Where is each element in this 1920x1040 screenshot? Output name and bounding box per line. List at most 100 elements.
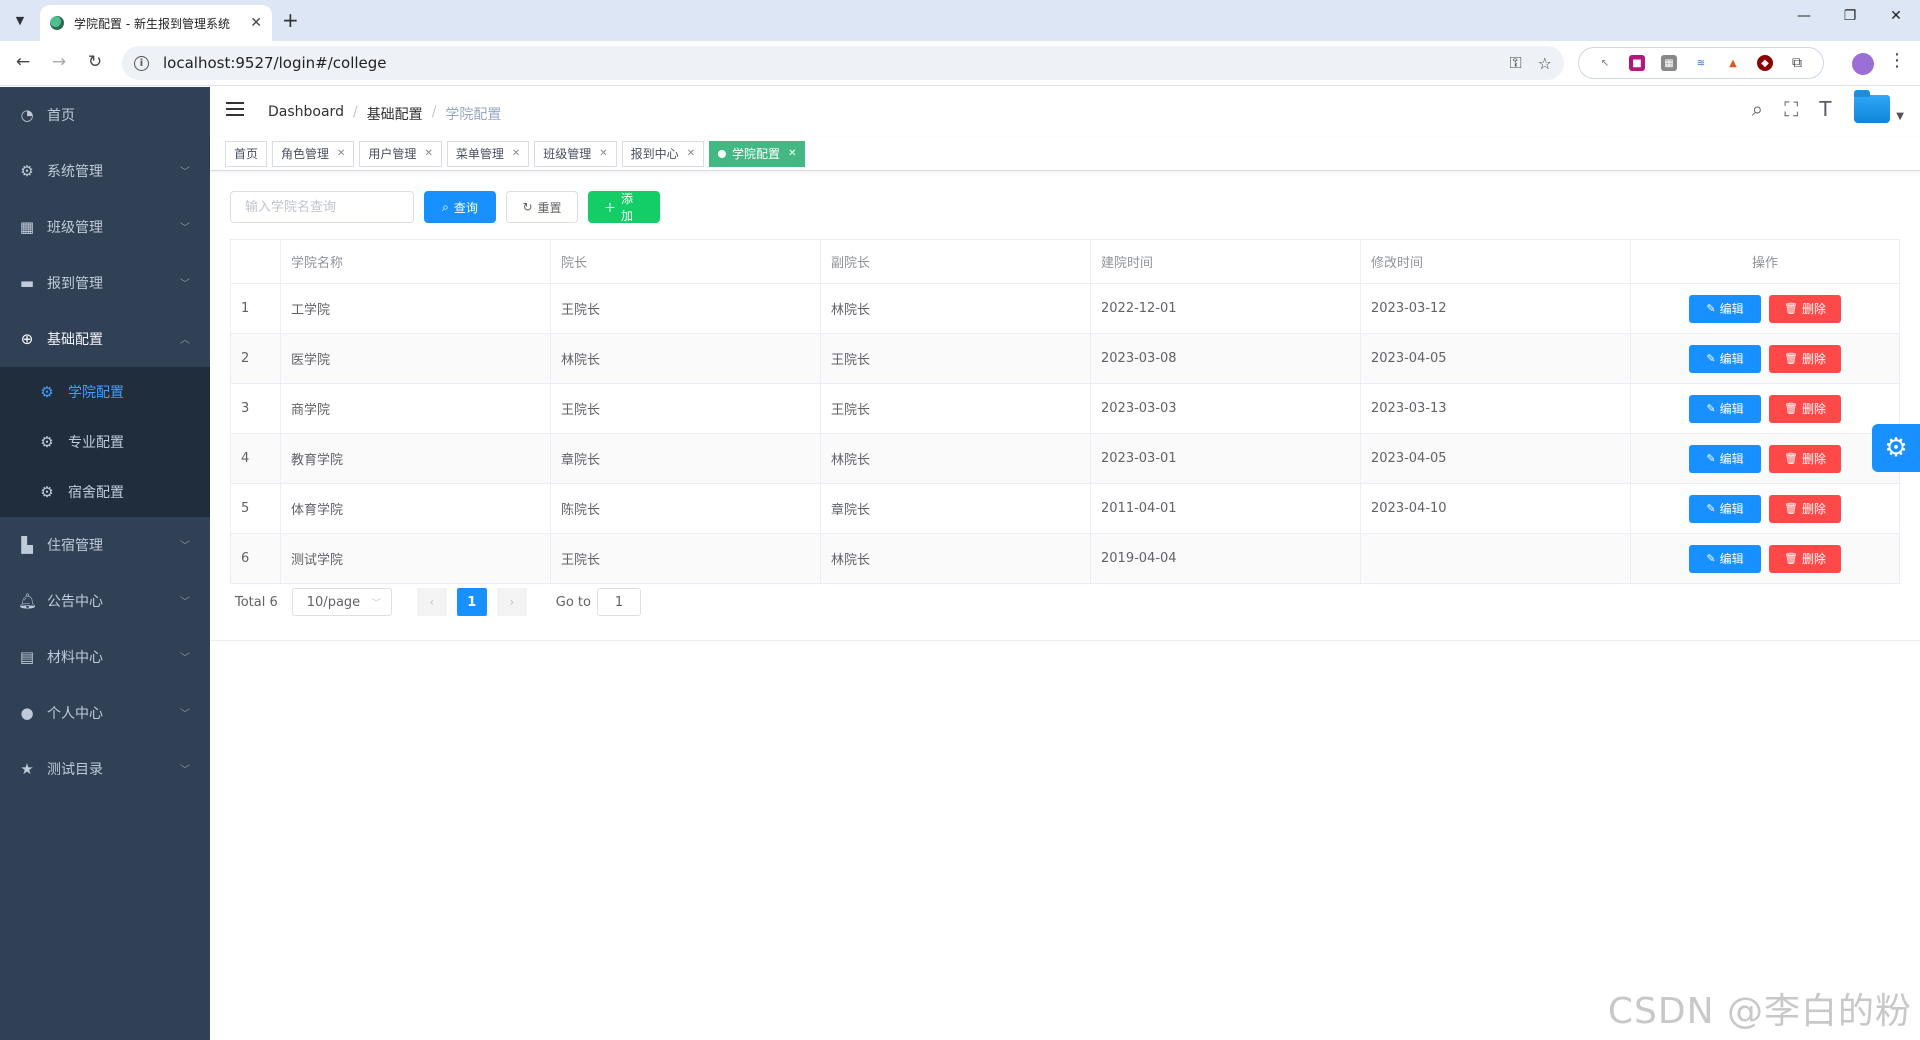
sidebar-item-notice[interactable]: 🔔︎ 公告中心 ﹀	[0, 573, 210, 629]
monitor-icon: ▬	[19, 274, 35, 292]
goto-page-input[interactable]: 1	[596, 588, 641, 616]
caret-down-icon[interactable]: ▼	[1896, 111, 1904, 122]
minimize-icon[interactable]: —	[1792, 8, 1816, 24]
hamburger-icon[interactable]	[226, 102, 244, 116]
edit-button-label: 编辑	[1719, 552, 1744, 566]
breadcrumb-separator: /	[431, 104, 437, 120]
delete-button[interactable]: 🗑︎ 删除	[1769, 294, 1841, 323]
sidebar-item-material[interactable]: ▤ 材料中心 ﹀	[0, 629, 210, 685]
cell-actions: ✎ 编辑 🗑︎ 删除	[1630, 333, 1900, 384]
sidebar-item-housing[interactable]: ▙ 住宿管理 ﹀	[0, 517, 210, 573]
close-icon[interactable]: ✕	[337, 148, 345, 159]
sidebar-item-report[interactable]: ▬ 报到管理 ﹀	[0, 255, 210, 311]
tag-college-active[interactable]: 学院配置 ✕	[709, 140, 806, 167]
url-text[interactable]: localhost:9527/login#/college	[163, 54, 1493, 72]
layers-extension-icon[interactable]: ≋	[1693, 55, 1709, 71]
delete-button[interactable]: 🗑︎ 删除	[1769, 544, 1841, 573]
close-icon[interactable]: ✕	[687, 148, 695, 159]
tags-view: 首页 角色管理 ✕ 用户管理 ✕ 菜单管理 ✕ 班级管理 ✕ 报到中心 ✕ 学院配置 ✕	[210, 137, 1920, 171]
tag-user[interactable]: 用户管理 ✕	[359, 140, 442, 167]
reset-button[interactable]: ↻ 重置	[506, 191, 578, 223]
close-tab-icon[interactable]: ✕	[250, 15, 262, 31]
user-avatar[interactable]	[1854, 90, 1891, 123]
add-button[interactable]: ＋ 添加	[588, 191, 660, 223]
edit-button[interactable]: ✎ 编辑	[1689, 294, 1761, 323]
next-page-button[interactable]: ›	[496, 588, 527, 616]
shield-extension-icon[interactable]: ◆	[1757, 55, 1773, 71]
breadcrumb-dashboard[interactable]: Dashboard	[268, 104, 344, 124]
sidebar-subitem-label: 专业配置	[68, 435, 124, 451]
puzzle-extensions-icon[interactable]: ⧉	[1789, 55, 1805, 71]
cell-college-name: 工学院	[280, 283, 551, 334]
site-info-icon[interactable]: i	[134, 55, 149, 71]
tag-home[interactable]: 首页	[225, 140, 268, 167]
browser-menu-icon[interactable]: ⋮	[1888, 50, 1906, 71]
tag-label: 菜单管理	[455, 147, 504, 161]
col-dean: 院长	[550, 239, 821, 284]
tab-search-icon[interactable]: ▼	[8, 9, 32, 31]
delete-button[interactable]: 🗑︎ 删除	[1769, 344, 1841, 373]
bookmark-star-icon[interactable]: ☆	[1538, 54, 1552, 73]
cell-vice-dean: 王院长	[820, 383, 1091, 434]
delete-button[interactable]: 🗑︎ 删除	[1769, 394, 1841, 423]
sidebar-item-label: 报到管理	[47, 276, 103, 292]
font-size-icon[interactable]: T	[1808, 97, 1842, 121]
delete-button[interactable]: 🗑︎ 删除	[1769, 494, 1841, 523]
sidebar-item-label: 首页	[47, 108, 75, 124]
tag-report[interactable]: 报到中心 ✕	[621, 140, 705, 167]
password-key-icon[interactable]: ⚿	[1509, 53, 1521, 73]
browser-tab-title: 学院配置 - 新生报到管理系统	[74, 16, 230, 31]
edit-button[interactable]: ✎ 编辑	[1689, 444, 1761, 473]
close-window-icon[interactable]: ✕	[1884, 8, 1908, 24]
col-index	[230, 239, 281, 284]
sidebar-item-base-config[interactable]: ⊕ 基础配置 ︿	[0, 311, 210, 367]
close-icon[interactable]: ✕	[788, 148, 796, 159]
forward-icon[interactable]: →	[48, 52, 70, 72]
sidebar-item-home[interactable]: ◔ 首页	[0, 87, 210, 143]
tag-role[interactable]: 角色管理 ✕	[272, 140, 355, 167]
edit-button[interactable]: ✎ 编辑	[1689, 344, 1761, 373]
sidebar-item-system[interactable]: ⚙ 系统管理 ﹀	[0, 143, 210, 199]
sidebar-subitem-major[interactable]: ⚙ 专业配置	[0, 417, 210, 467]
close-icon[interactable]: ✕	[424, 148, 432, 159]
purple-extension-icon[interactable]: ■	[1629, 55, 1645, 71]
fullscreen-icon[interactable]: ⛶	[1774, 97, 1808, 121]
edit-button[interactable]: ✎ 编辑	[1689, 394, 1761, 423]
back-icon[interactable]: ←	[12, 52, 34, 72]
cursor-extension-icon[interactable]: ↖	[1597, 55, 1613, 71]
cell-modified: 2023-03-12	[1360, 283, 1631, 334]
settings-gear-button[interactable]: ⚙	[1872, 424, 1920, 472]
page-size-select[interactable]: 10/page ﹀	[291, 588, 392, 616]
orange-extension-icon[interactable]: ▲	[1725, 55, 1741, 71]
close-icon[interactable]: ✕	[512, 148, 520, 159]
college-search-input[interactable]	[230, 191, 414, 223]
gamepad-extension-icon[interactable]: ▦	[1661, 55, 1677, 71]
cell-modified: 2023-04-10	[1360, 483, 1631, 534]
browser-tab[interactable]: 学院配置 - 新生报到管理系统 ✕	[40, 5, 272, 41]
sidebar-subitem-dorm[interactable]: ⚙ 宿舍配置	[0, 467, 210, 517]
sidebar-subitem-college[interactable]: ⚙ 学院配置	[0, 367, 210, 417]
tag-class[interactable]: 班级管理 ✕	[534, 140, 617, 167]
profile-avatar[interactable]	[1852, 53, 1874, 75]
edit-button[interactable]: ✎ 编辑	[1689, 544, 1761, 573]
query-button[interactable]: ⌕ 查询	[424, 191, 496, 223]
close-icon[interactable]: ✕	[599, 148, 607, 159]
sidebar-item-label: 系统管理	[47, 164, 103, 180]
page-content: ⌕ 查询 ↻ 重置 ＋ 添加 学院名称 院长 副院长 建院时间 修改时间 操作	[210, 171, 1920, 636]
reload-icon[interactable]: ↻	[84, 52, 106, 72]
address-bar[interactable]: i localhost:9527/login#/college ⚿ ☆	[122, 46, 1564, 80]
search-icon[interactable]: ⌕	[1740, 97, 1774, 121]
restore-icon[interactable]: ❐	[1838, 8, 1862, 24]
edit-button[interactable]: ✎ 编辑	[1689, 494, 1761, 523]
sidebar-item-profile[interactable]: ● 个人中心 ﹀	[0, 685, 210, 741]
new-tab-icon[interactable]: +	[282, 9, 299, 31]
delete-button[interactable]: 🗑︎ 删除	[1769, 444, 1841, 473]
delete-button-label: 删除	[1801, 352, 1826, 366]
cell-dean: 陈院长	[550, 483, 821, 534]
sidebar-item-test[interactable]: ★ 测试目录 ﹀	[0, 741, 210, 797]
prev-page-button[interactable]: ‹	[416, 588, 447, 616]
tag-menu[interactable]: 菜单管理 ✕	[446, 140, 530, 167]
edit-button-label: 编辑	[1719, 352, 1744, 366]
sidebar-item-class[interactable]: ▦ 班级管理 ﹀	[0, 199, 210, 255]
page-number-current[interactable]: 1	[456, 588, 487, 616]
